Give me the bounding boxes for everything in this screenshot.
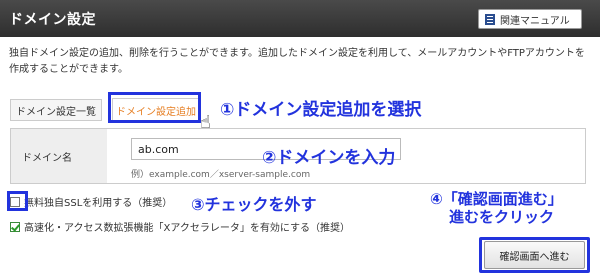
ssl-highlight-box	[7, 191, 28, 211]
xaccelerator-option[interactable]: 高速化・アクセス数拡張機能「Xアクセラレータ」を有効にする（推奨）	[10, 219, 350, 234]
annotation-step2: ②ドメインを入力	[262, 148, 396, 168]
annotation-step1: ①ドメイン設定追加を選択	[220, 100, 422, 120]
tab-highlight-box	[108, 92, 201, 123]
manual-button-label: 関連マニュアル	[500, 15, 570, 27]
manual-button[interactable]: 関連マニュアル	[478, 9, 582, 29]
xaccelerator-label: 高速化・アクセス数拡張機能「Xアクセラレータ」を有効にする（推奨）	[24, 223, 350, 234]
page-description: 独自ドメイン設定の追加、削除を行うことができます。追加したドメイン設定を利用して…	[9, 48, 585, 75]
tab-domain-list[interactable]: ドメイン設定一覧	[10, 99, 102, 121]
domain-label: ドメイン名	[11, 129, 107, 183]
confirm-highlight-box	[479, 237, 590, 273]
ssl-option[interactable]: 無料独自SSLを利用する（推奨）	[10, 194, 172, 209]
annotation-step3: ③チェックを外す	[191, 195, 317, 214]
page-title: ドメイン設定	[9, 12, 96, 28]
book-icon	[485, 13, 495, 25]
page-header: ドメイン設定 関連マニュアル	[0, 0, 600, 37]
ssl-label: 無料独自SSLを利用する（推奨）	[24, 198, 173, 209]
annotation-step4-line2: 進むをクリック	[449, 208, 555, 226]
domain-example: 例）example.com／xserver-sample.com	[131, 170, 311, 180]
xaccelerator-checkbox[interactable]	[10, 221, 20, 232]
